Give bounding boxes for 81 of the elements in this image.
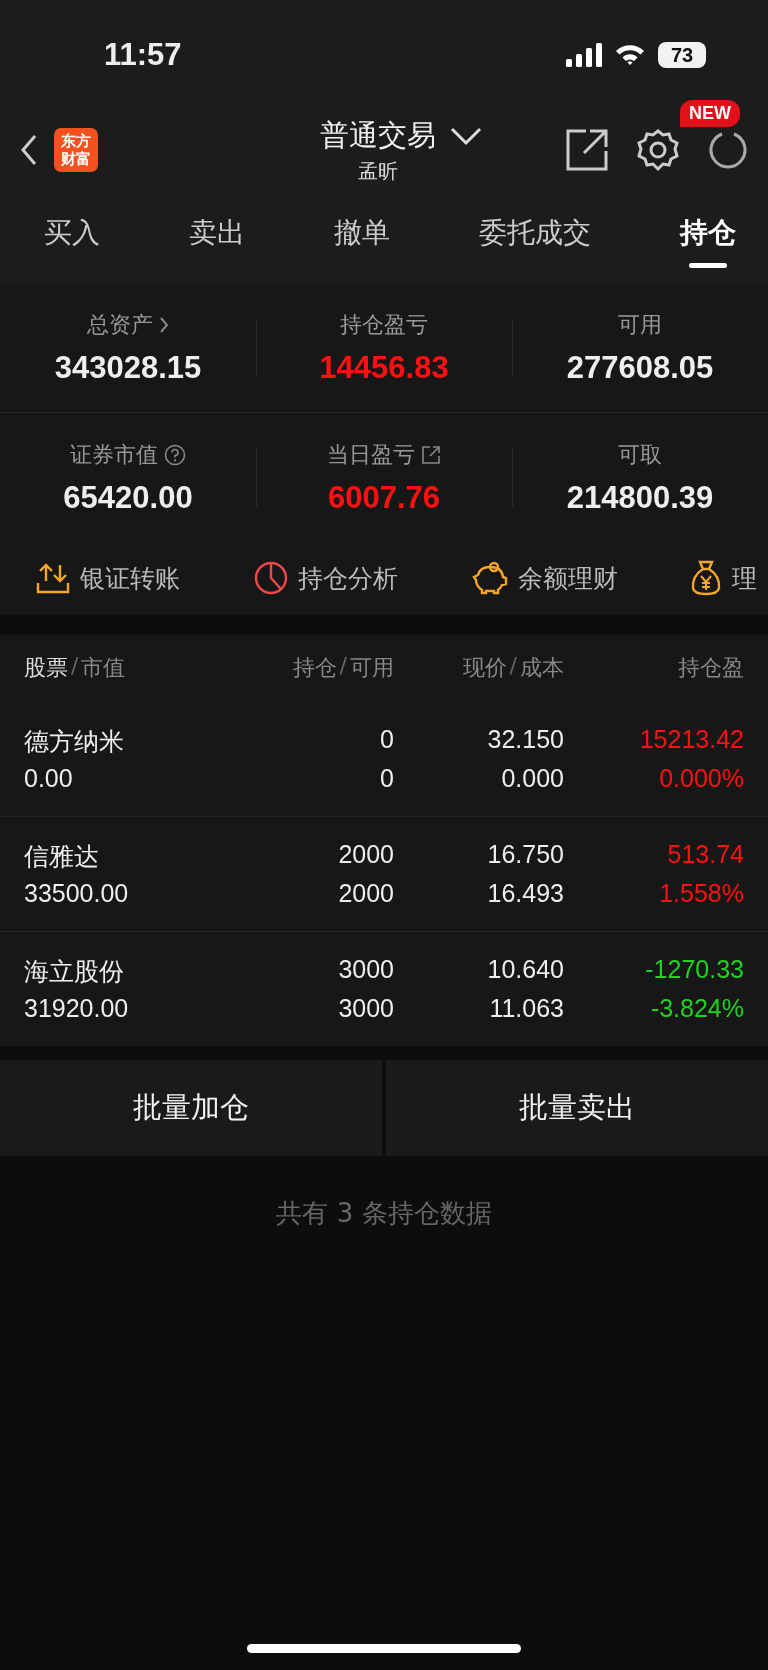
tab[interactable]: 委托成交: [479, 198, 591, 274]
pie-chart-icon[interactable]: [254, 561, 288, 595]
column-header: 成本: [520, 654, 564, 682]
stock-name: 信雅达: [24, 841, 100, 872]
summary-value: 6007.76: [327, 480, 441, 516]
summary-value: 214800.39: [566, 480, 714, 516]
tool-link[interactable]: 银证转账: [80, 561, 180, 595]
money-bag-icon[interactable]: [690, 560, 722, 596]
summary-value: 343028.15: [54, 350, 202, 386]
pnl-percent-cell-text: -3.824%: [649, 994, 744, 1023]
holdings-count: 共有 3 条持仓数据: [275, 1197, 493, 1230]
batch-button[interactable]: 批量卖出: [386, 1060, 768, 1156]
slash-divider: /: [71, 653, 79, 680]
column-header: 持仓盈: [678, 654, 744, 682]
pnl-cell-text: -1270.33: [644, 955, 744, 985]
pnl-cell-text: 15213.42: [638, 724, 744, 755]
position-cell-text: 0: [379, 724, 394, 755]
tool-link[interactable]: 理: [732, 561, 757, 595]
piggy-bank-icon[interactable]: [472, 561, 508, 595]
summary-label: 总资产: [87, 311, 153, 339]
tool-link[interactable]: 余额理财: [518, 561, 618, 595]
chevron-right-icon[interactable]: [159, 316, 169, 334]
new-badge: NEW: [680, 100, 740, 127]
summary-label: 当日盈亏: [327, 441, 415, 469]
holding-row[interactable]: 信雅达 2000 16.750 513.74 33500.00 2000 16.493 1.558%: [0, 816, 768, 931]
cost-cell-text: 16.493: [486, 879, 564, 908]
app-logo: 东方财富: [54, 128, 98, 172]
slash-divider: /: [509, 653, 517, 680]
available-cell-text: 0: [379, 763, 394, 793]
wifi-icon: [614, 43, 646, 67]
summary-label: 持仓盈亏: [340, 311, 428, 339]
transfer-icon[interactable]: [36, 561, 70, 595]
status-time: 11:57: [104, 37, 182, 73]
settings-icon[interactable]: [636, 128, 680, 172]
column-header: 股票: [24, 654, 68, 682]
tool-link[interactable]: 持仓分析: [298, 561, 398, 595]
summary-label: 可用: [618, 311, 662, 339]
position-cell-text: 3000: [337, 955, 394, 985]
summary-label: 可取: [618, 441, 662, 469]
holding-row[interactable]: 德方纳米 0 32.150 15213.42 0.00 0 0.000 0.000%: [0, 701, 768, 816]
external-link-icon[interactable]: [421, 445, 441, 465]
summary-value: 65420.00: [63, 480, 193, 516]
slash-divider: /: [339, 653, 347, 680]
holding-row[interactable]: 海立股份 3000 10.640 -1270.33 31920.00 3000 11.063 -3.824%: [0, 931, 768, 1046]
stock-name: 海立股份: [24, 956, 125, 987]
cost-cell-text: 0.000: [500, 763, 564, 793]
price-cell-text: 16.750: [486, 840, 564, 870]
column-header: 可用: [350, 654, 394, 682]
share-icon[interactable]: [566, 129, 608, 171]
battery-indicator: 73: [658, 42, 706, 68]
pnl-cell-text: 513.74: [666, 840, 744, 870]
signal-icon: [566, 43, 602, 67]
tab[interactable]: 持仓: [680, 198, 736, 274]
summary-value: 14456.83: [319, 350, 449, 386]
position-cell-text: 2000: [337, 840, 394, 870]
column-header: 市值: [81, 654, 126, 682]
tab[interactable]: 卖出: [189, 198, 245, 274]
pnl-percent-cell-text: 0.000%: [658, 763, 744, 793]
help-icon[interactable]: [164, 444, 186, 466]
page-title[interactable]: 普通交易: [320, 116, 436, 156]
back-icon[interactable]: [20, 134, 38, 166]
tab[interactable]: 撤单: [334, 198, 390, 274]
stock-name: 德方纳米: [24, 725, 125, 757]
price-cell-text: 10.640: [486, 955, 564, 985]
summary-label: 证券市值: [70, 441, 158, 469]
chevron-down-icon[interactable]: [450, 126, 482, 146]
account-name: 孟昕: [358, 158, 398, 185]
column-header: 持仓: [292, 654, 337, 682]
pnl-percent-cell-text: 1.558%: [658, 879, 744, 908]
price-cell-text: 32.150: [486, 724, 564, 755]
summary-value: 277608.05: [566, 350, 714, 386]
cost-cell-text: 11.063: [488, 994, 564, 1023]
refresh-icon[interactable]: [708, 130, 748, 170]
market-value-cell-text: 0.00: [24, 763, 74, 793]
market-value-cell-text: 31920.00: [24, 994, 130, 1023]
batch-button[interactable]: 批量加仓: [0, 1060, 382, 1156]
market-value-cell-text: 33500.00: [24, 879, 130, 908]
available-cell-text: 3000: [337, 994, 394, 1023]
tab[interactable]: 买入: [44, 198, 100, 274]
available-cell-text: 2000: [337, 879, 394, 908]
column-header: 现价: [462, 654, 507, 682]
